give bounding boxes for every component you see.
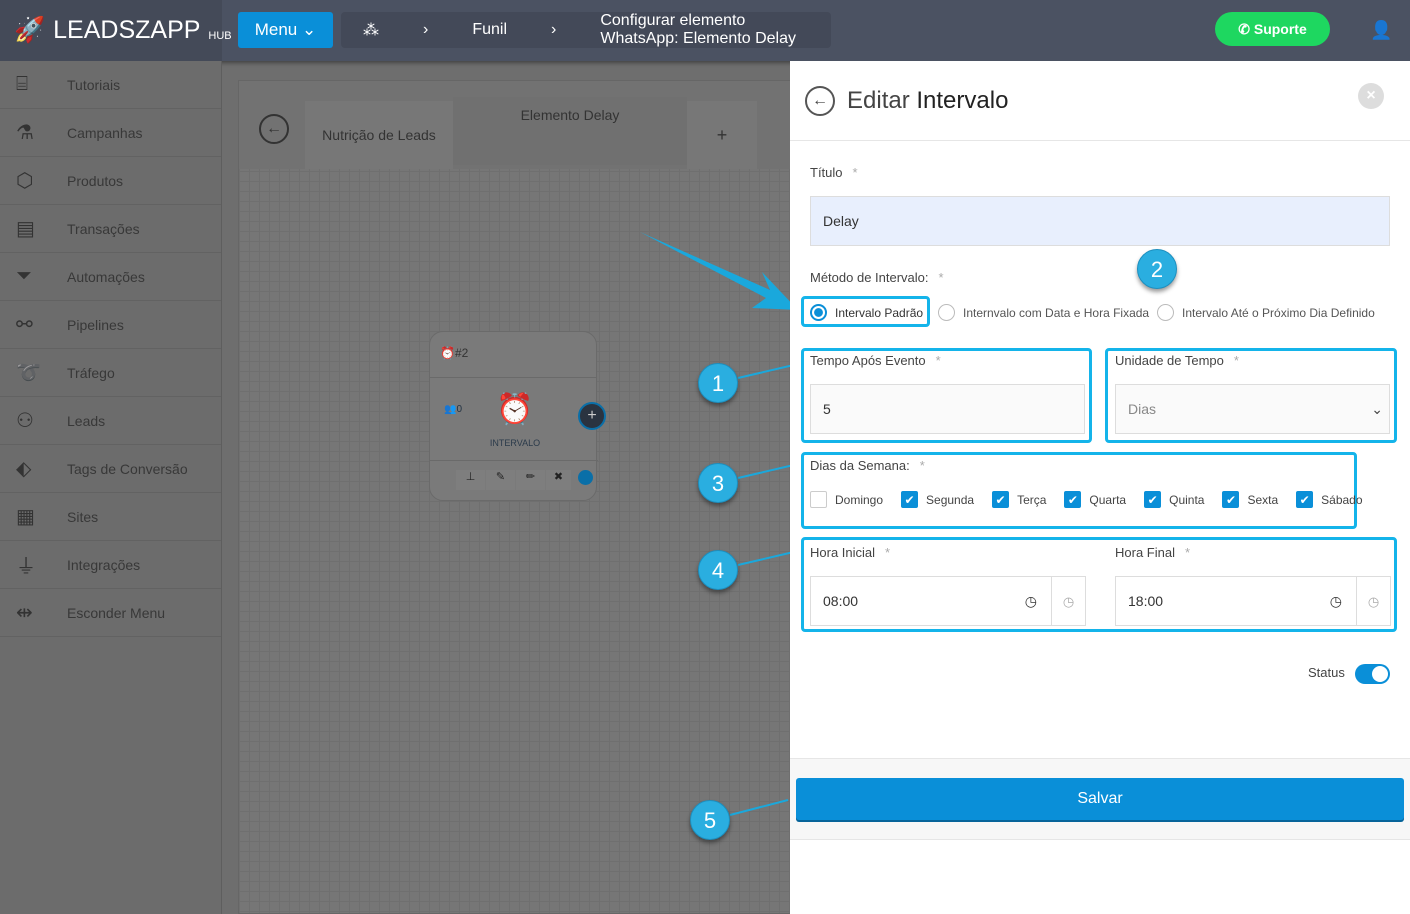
annotation-2: 2 xyxy=(1137,249,1177,289)
radio-proximo-dia[interactable]: Intervalo Até o Próximo Dia Definido xyxy=(1157,304,1375,321)
titulo-input[interactable]: Delay xyxy=(810,196,1390,246)
annotation-4: 4 xyxy=(698,550,738,590)
checkbox-day[interactable]: ✔ Quinta xyxy=(1144,491,1204,508)
checkbox[interactable]: ✔ xyxy=(901,491,919,508)
checkbox[interactable]: ✔ xyxy=(1222,491,1240,508)
checkbox-day[interactable]: ✔ Sexta xyxy=(1222,491,1278,508)
unidade-select[interactable]: Dias ⌄ xyxy=(1115,384,1390,434)
checkbox-day[interactable]: ✔ Quarta xyxy=(1064,491,1126,508)
checkbox[interactable]: ✔ xyxy=(1296,491,1314,508)
back-icon[interactable]: ← xyxy=(805,85,835,116)
annotation-1: 1 xyxy=(698,363,738,403)
chevron-down-icon: ⌄ xyxy=(1371,400,1383,417)
checkbox[interactable] xyxy=(810,491,827,508)
close-icon[interactable]: × xyxy=(1358,83,1384,109)
annotation-5: 5 xyxy=(690,800,730,840)
checkbox[interactable]: ✔ xyxy=(992,491,1010,508)
checkbox-day[interactable]: ✔ Segunda xyxy=(901,491,974,508)
save-button[interactable]: Salvar xyxy=(796,778,1404,820)
checkbox-day[interactable]: Domingo xyxy=(810,491,883,508)
checkbox[interactable]: ✔ xyxy=(1144,491,1162,508)
checkbox-day[interactable]: ✔ Sábado xyxy=(1296,491,1363,508)
radio-data-hora-fixada[interactable]: Internvalo com Data e Hora Fixada xyxy=(938,304,1149,321)
clock-addon-icon: ◷ xyxy=(1357,576,1391,626)
tempo-input[interactable]: 5 xyxy=(810,384,1085,434)
clock-addon-icon: ◷ xyxy=(1052,576,1086,626)
radio-intervalo-padrao[interactable]: Intervalo Padrão xyxy=(810,304,923,321)
annotation-3: 3 xyxy=(698,463,738,503)
clock-icon[interactable]: ◷ xyxy=(1025,593,1037,610)
hora-final-input[interactable]: 18:00 ◷ xyxy=(1115,576,1357,626)
checkbox-day[interactable]: ✔ Terça xyxy=(992,491,1046,508)
checkbox[interactable]: ✔ xyxy=(1064,491,1082,508)
clock-icon[interactable]: ◷ xyxy=(1330,593,1342,610)
status-toggle[interactable] xyxy=(1355,664,1390,684)
edit-interval-panel: ← Editar Intervalo × Título * Delay Método… xyxy=(790,61,1410,914)
days-of-week: Domingo ✔ Segunda ✔ Terça ✔ Quarta ✔ Quinta ✔ Sext… xyxy=(810,491,1363,508)
hora-inicial-input[interactable]: 08:00 ◷ xyxy=(810,576,1052,626)
